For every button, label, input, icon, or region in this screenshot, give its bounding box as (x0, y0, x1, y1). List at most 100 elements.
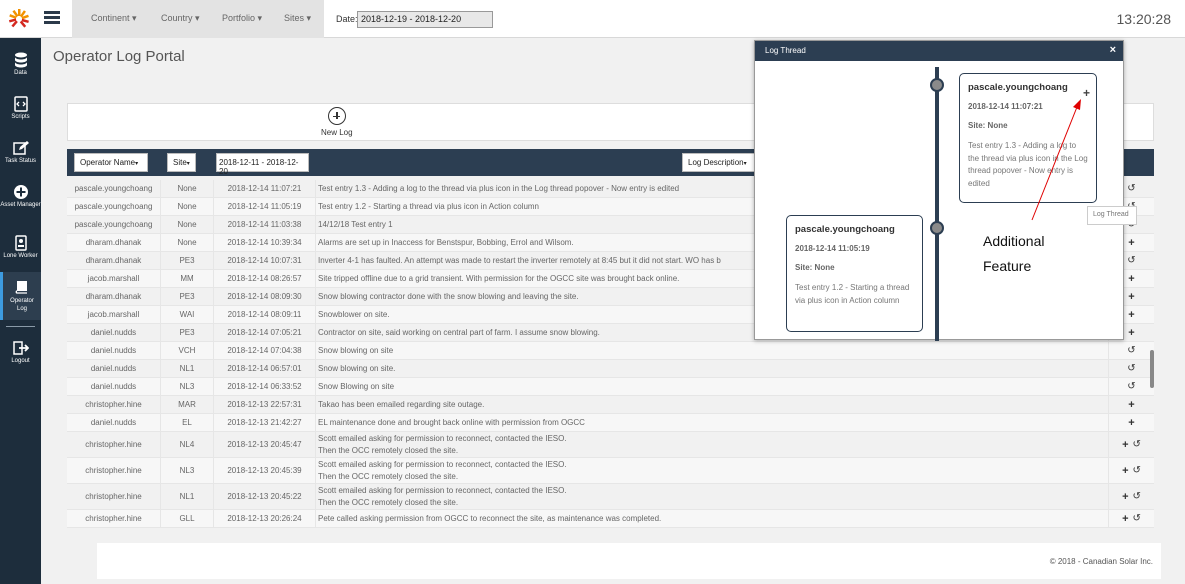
date-cell: 2018-12-14 10:39:34 (214, 234, 316, 251)
date-cell: 2018-12-14 06:33:52 (214, 378, 316, 395)
add-to-thread-icon[interactable]: + (1122, 439, 1128, 451)
history-icon[interactable]: ↺ (1133, 439, 1141, 450)
table-row[interactable]: christopher.hine NL1 2018-12-13 20:45:22 Sc… (67, 484, 1154, 510)
date-cell: 2018-12-13 22:57:31 (214, 396, 316, 413)
table-row[interactable]: christopher.hine NL3 2018-12-13 20:45:39 Sc… (67, 458, 1154, 484)
add-to-thread-icon[interactable]: + (1128, 399, 1134, 411)
history-icon[interactable]: ↺ (1127, 345, 1135, 356)
operator-cell: christopher.hine (67, 484, 161, 509)
operator-cell: jacob.marshall (67, 306, 161, 323)
add-to-thread-icon[interactable]: + (1122, 491, 1128, 503)
operator-cell: christopher.hine (67, 432, 161, 457)
site-cell: PE3 (161, 252, 214, 269)
card-site: Site: None (795, 263, 835, 272)
add-to-thread-icon[interactable]: + (1122, 465, 1128, 477)
site-cell: NL1 (161, 360, 214, 377)
add-to-thread-icon[interactable]: + (1128, 309, 1134, 321)
close-icon[interactable]: × (1110, 44, 1116, 56)
edit-icon (12, 141, 29, 155)
add-to-thread-icon[interactable]: + (1128, 237, 1134, 249)
sidebar-item-logout[interactable]: Logout (0, 340, 41, 364)
operator-cell: pascale.youngchoang (67, 198, 161, 215)
history-icon[interactable]: ↺ (1127, 255, 1135, 266)
history-icon[interactable]: ↺ (1133, 465, 1141, 476)
description-cell: EL maintenance done and brought back onl… (318, 417, 585, 427)
add-to-thread-icon[interactable]: + (1122, 513, 1128, 525)
card-text: Test entry 1.2 - Starting a thread via p… (795, 283, 910, 305)
filter-continent[interactable]: Continent ▾ (91, 13, 137, 24)
add-to-thread-icon[interactable]: + (1128, 327, 1134, 339)
site-cell: GLL (161, 510, 214, 527)
operator-cell: dharam.dhanak (67, 288, 161, 305)
site-cell: WAI (161, 306, 214, 323)
history-icon[interactable]: ↺ (1127, 363, 1135, 374)
add-to-thread-icon[interactable]: + (1128, 273, 1134, 285)
description-cell: Scott emailed asking for permission to r… (318, 459, 567, 481)
top-bar: Continent ▾ Country ▾ Portfolio ▾ Sites … (0, 0, 1185, 38)
table-row[interactable]: daniel.nudds EL 2018-12-13 21:42:27 EL main… (67, 414, 1154, 432)
copyright-text: © 2018 - Canadian Solar Inc. (1049, 557, 1153, 566)
popover-title: Log Thread (765, 46, 806, 55)
operator-cell: dharam.dhanak (67, 234, 161, 251)
actions-cell: ↺ (1108, 360, 1154, 377)
site-filter[interactable]: Site▾ (167, 153, 196, 172)
operator-cell: daniel.nudds (67, 378, 161, 395)
sidebar-item-lone-worker[interactable]: Lone Worker (0, 235, 41, 259)
table-row[interactable]: christopher.hine MAR 2018-12-13 22:57:31 Ta… (67, 396, 1154, 414)
log-description-filter[interactable]: Log Description▾ (682, 153, 755, 172)
date-cell: 2018-12-14 11:03:38 (214, 216, 316, 233)
sidebar-item-task-status[interactable]: Task Status (0, 140, 41, 164)
actions-cell: + (1108, 414, 1154, 431)
date-range-filter[interactable]: 2018-12-11 - 2018-12-20 (216, 153, 309, 176)
date-range-input[interactable]: 2018-12-19 - 2018-12-20 (357, 11, 493, 28)
annotation-line: Additional (983, 233, 1045, 249)
operator-cell: pascale.youngchoang (67, 180, 161, 197)
sidebar: Data Scripts Task Status Asset Manager L… (0, 38, 41, 584)
filter-country[interactable]: Country ▾ (161, 13, 200, 24)
history-icon[interactable]: ↺ (1127, 381, 1135, 392)
book-icon (15, 281, 27, 294)
menu-toggle-icon[interactable] (44, 11, 60, 25)
table-row[interactable]: daniel.nudds VCH 2018-12-14 07:04:38 Snow b… (67, 342, 1154, 360)
new-log-button[interactable]: New Log (321, 107, 353, 137)
filter-bar: Continent ▾ Country ▾ Portfolio ▾ Sites … (72, 0, 324, 38)
actions-cell: ↺ (1108, 342, 1154, 359)
actions-cell: + ↺ (1108, 510, 1154, 527)
history-icon[interactable]: ↺ (1127, 183, 1135, 194)
site-cell: NL3 (161, 458, 214, 483)
scrollbar-thumb[interactable] (1150, 350, 1154, 388)
timeline-dot (930, 221, 944, 235)
table-row[interactable]: daniel.nudds NL3 2018-12-14 06:33:52 Snow B… (67, 378, 1154, 396)
operator-name-filter[interactable]: Operator Name▾ (74, 153, 148, 172)
script-icon (13, 96, 28, 112)
history-icon[interactable]: ↺ (1133, 491, 1141, 502)
sidebar-item-scripts[interactable]: Scripts (0, 96, 41, 120)
description-cell: Takao has been emailed regarding site ou… (318, 399, 485, 409)
add-to-thread-icon[interactable]: + (1128, 291, 1134, 303)
operator-cell: christopher.hine (67, 510, 161, 527)
filter-sites[interactable]: Sites ▾ (284, 13, 311, 24)
sidebar-item-asset-manager[interactable]: Asset Manager (0, 184, 41, 208)
history-icon[interactable]: ↺ (1133, 513, 1141, 524)
logout-icon (12, 341, 29, 355)
site-cell: NL1 (161, 484, 214, 509)
operator-cell: daniel.nudds (67, 414, 161, 431)
thread-timeline (935, 67, 939, 341)
sidebar-item-operator-log[interactable]: Operator Log (0, 272, 41, 320)
thread-card: pascale.youngchoang + 2018-12-14 11:07:2… (959, 73, 1097, 203)
operator-cell: dharam.dhanak (67, 252, 161, 269)
table-row[interactable]: christopher.hine NL4 2018-12-13 20:45:47 Sc… (67, 432, 1154, 458)
filter-portfolio[interactable]: Portfolio ▾ (222, 13, 262, 24)
site-cell: PE3 (161, 288, 214, 305)
operator-cell: pascale.youngchoang (67, 216, 161, 233)
annotation-text: Additional Feature (983, 229, 1045, 279)
date-cell: 2018-12-13 20:45:39 (214, 458, 316, 483)
add-to-thread-icon[interactable]: + (1083, 86, 1090, 100)
card-date: 2018-12-14 11:05:19 (795, 244, 870, 253)
actions-cell: + (1108, 396, 1154, 413)
card-site: Site: None (968, 121, 1008, 130)
add-to-thread-icon[interactable]: + (1128, 417, 1134, 429)
sidebar-item-data[interactable]: Data (0, 52, 41, 76)
table-row[interactable]: christopher.hine GLL 2018-12-13 20:26:24 Pe… (67, 510, 1154, 528)
table-row[interactable]: daniel.nudds NL1 2018-12-14 06:57:01 Snow b… (67, 360, 1154, 378)
